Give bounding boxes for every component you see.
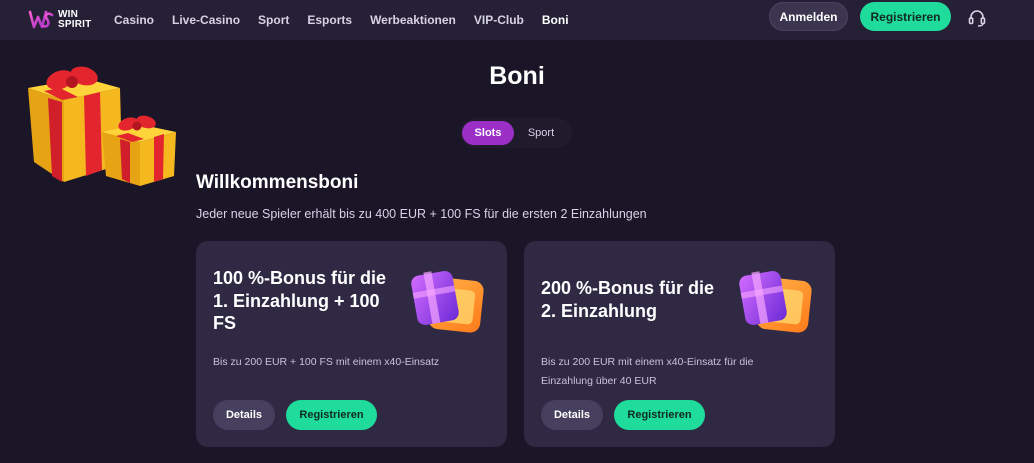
nav-item-live-casino[interactable]: Live-Casino — [172, 13, 240, 27]
card-register-button[interactable]: Registrieren — [614, 400, 705, 430]
bonus-card-title: 100 %-Bonus für die 1. Einzahlung + 100 … — [213, 268, 387, 333]
logo-text-line2: SPIRIT — [58, 19, 92, 30]
register-button[interactable]: Registrieren — [860, 2, 951, 31]
bonus-category-tabs: Slots Sport — [460, 118, 572, 148]
bonus-card-description: Bis zu 200 EUR + 100 FS mit einem x40-Ei… — [213, 356, 440, 368]
logo[interactable]: WIN SPIRIT — [28, 5, 100, 35]
nav-item-boni[interactable]: Boni — [542, 13, 569, 27]
nav-item-casino[interactable]: Casino — [114, 13, 154, 27]
top-navigation-bar: WIN SPIRIT Casino Live-Casino Sport Espo… — [0, 0, 1034, 40]
card-register-button[interactable]: Registrieren — [286, 400, 377, 430]
logo-mark-icon — [28, 10, 54, 29]
bonus-card-1: 100 %-Bonus für die 1. Einzahlung + 100 … — [196, 241, 507, 447]
section-title: Willkommensboni — [196, 172, 359, 193]
headset-icon[interactable] — [967, 8, 987, 28]
nav-item-werbeaktionen[interactable]: Werbeaktionen — [370, 13, 456, 27]
page-title: Boni — [489, 62, 545, 90]
bonus-card-description: Bis zu 200 EUR mit einem x40-Einsatz für… — [541, 356, 754, 387]
nav-item-esports[interactable]: Esports — [307, 13, 352, 27]
section-subtitle: Jeder neue Spieler erhält bis zu 400 EUR… — [196, 207, 647, 221]
nav-item-sport[interactable]: Sport — [258, 13, 289, 27]
bonus-card-title: 200 %-Bonus für die 2. Einzahlung — [541, 278, 715, 321]
gift-box-icon — [411, 271, 484, 333]
nav-item-vip-club[interactable]: VIP-Club — [474, 13, 524, 27]
details-button[interactable]: Details — [541, 400, 603, 430]
bonus-card-2: 200 %-Bonus für die 2. Einzahlung Bis zu… — [524, 241, 835, 447]
login-button[interactable]: Anmelden — [769, 2, 848, 31]
gift-box-icon — [739, 271, 812, 333]
logo-text: WIN SPIRIT — [58, 10, 91, 30]
main-nav: Casino Live-Casino Sport Esports Werbeak… — [114, 0, 587, 40]
details-button[interactable]: Details — [213, 400, 275, 430]
tab-slots[interactable]: Slots — [462, 121, 514, 145]
tab-sport[interactable]: Sport — [514, 121, 568, 145]
